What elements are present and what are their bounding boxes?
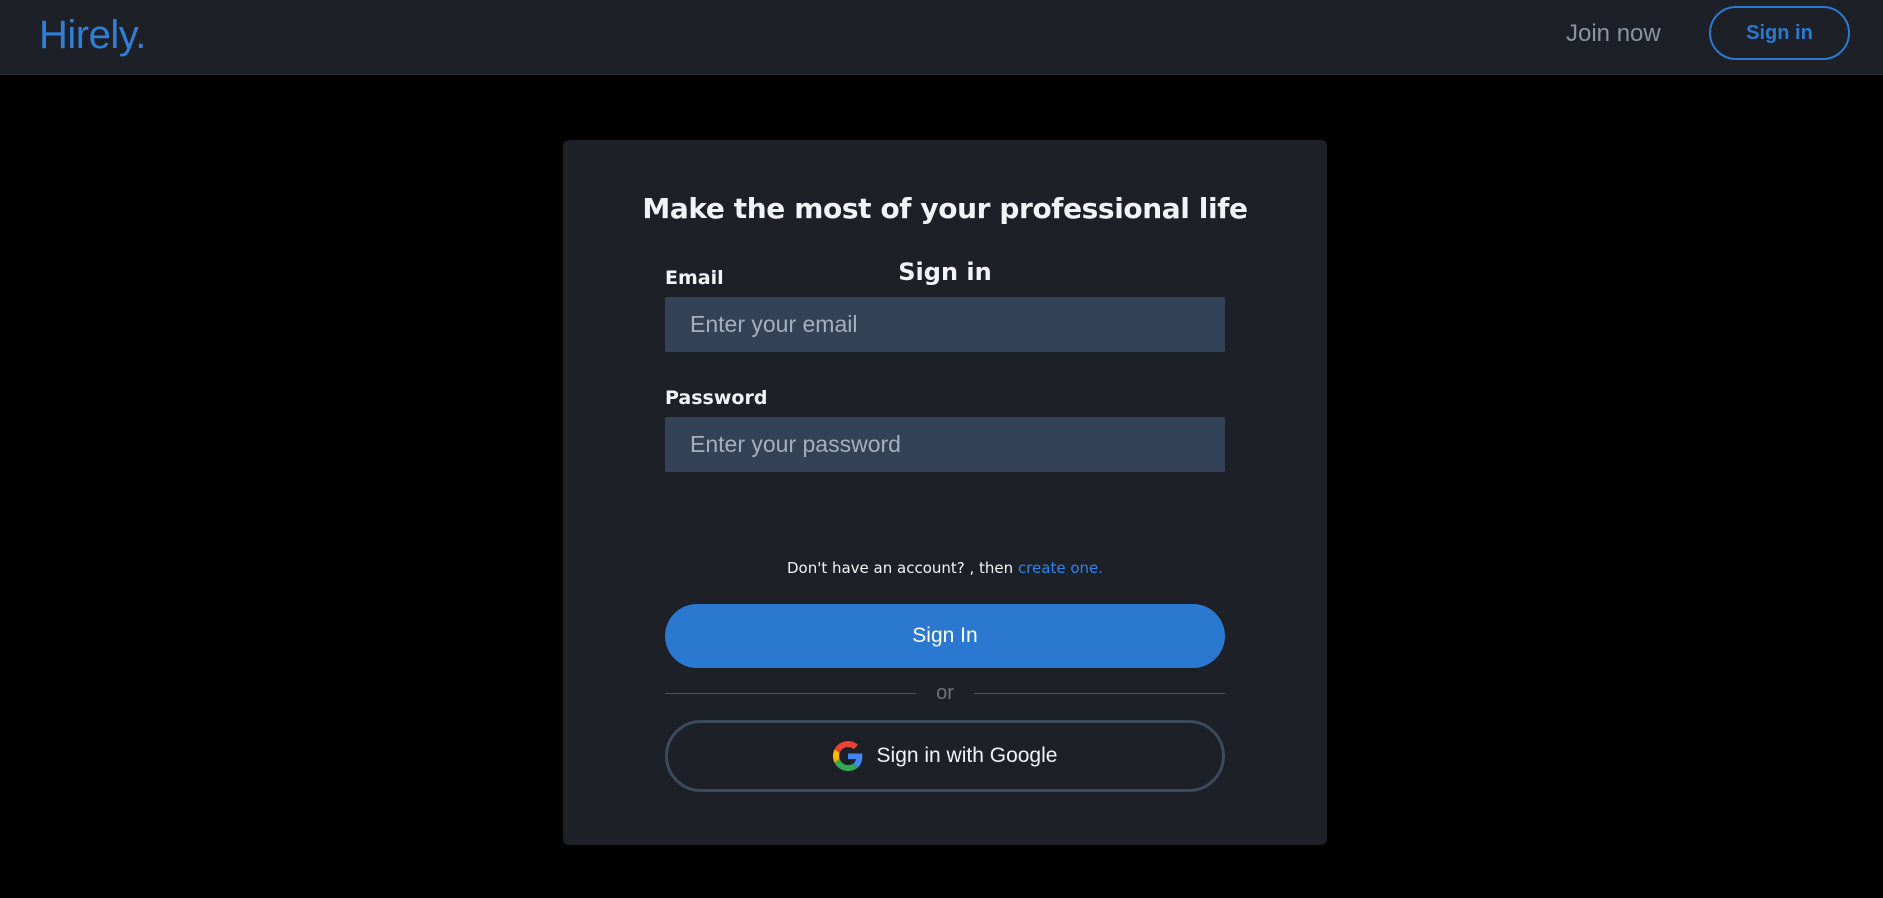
sign-in-card: Make the most of your professional life … [563, 140, 1327, 845]
create-account-prompt: Don't have an account? , then create one… [563, 559, 1327, 577]
google-icon [832, 741, 863, 771]
join-now-link[interactable]: Join now [1566, 19, 1661, 49]
google-sign-in-button[interactable]: Sign in with Google [665, 720, 1225, 792]
page-title: Make the most of your professional life [642, 192, 1248, 225]
password-field[interactable] [665, 417, 1225, 472]
divider-left-line [665, 693, 916, 694]
divider-right-line [974, 693, 1225, 694]
password-label: Password [665, 387, 768, 409]
sign-in-button[interactable]: Sign In [665, 604, 1225, 668]
account-prompt-text: Don't have an account? , then [786, 559, 1018, 577]
top-navbar: Hirely. Join now Sign in [0, 0, 1883, 75]
brand-logo[interactable]: Hirely. [39, 10, 146, 60]
divider-or-text: or [936, 682, 954, 704]
header-sign-in-button[interactable]: Sign in [1709, 6, 1850, 60]
email-label: Email [665, 267, 724, 289]
create-account-link[interactable]: create one. [1018, 559, 1103, 577]
google-button-label: Sign in with Google [876, 744, 1058, 767]
email-field[interactable] [665, 297, 1225, 352]
